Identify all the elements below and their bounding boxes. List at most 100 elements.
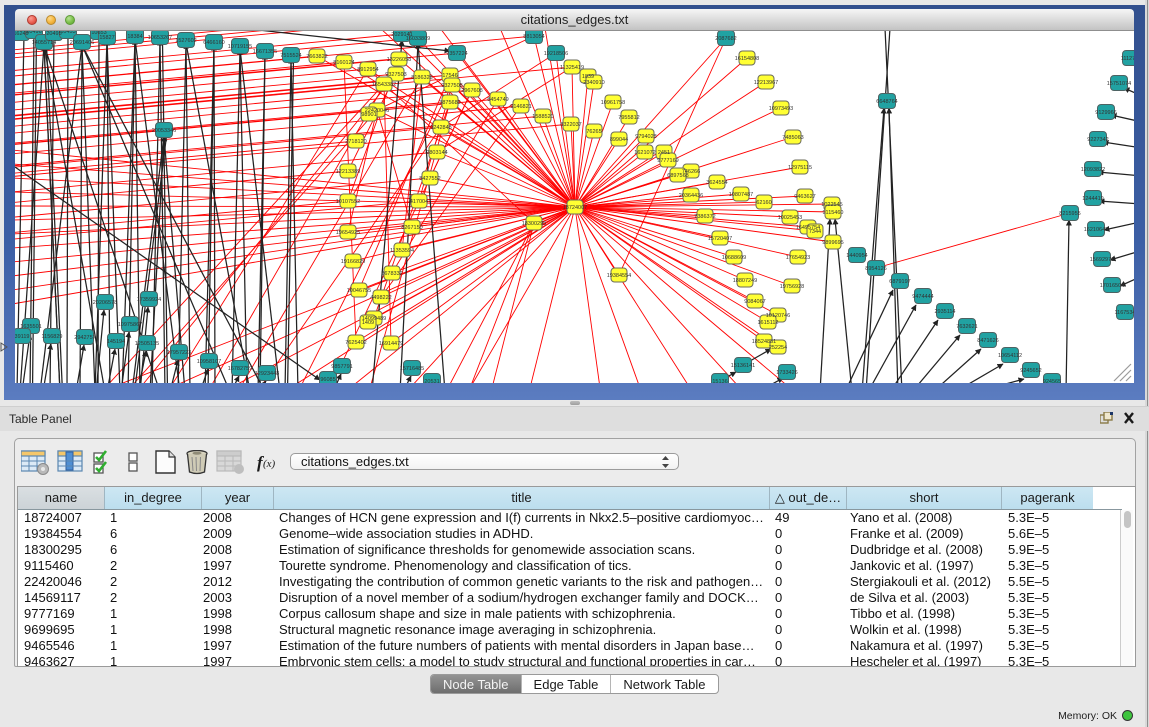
svg-text:15716485: 15716485 xyxy=(400,366,424,372)
svg-text:10973493: 10973493 xyxy=(769,106,793,112)
svg-text:8813054: 8813054 xyxy=(523,34,544,40)
svg-text:8160124: 8160124 xyxy=(333,60,354,66)
svg-text:6879197: 6879197 xyxy=(889,279,910,285)
svg-text:10961758: 10961758 xyxy=(601,100,625,106)
svg-text:20206578: 20206578 xyxy=(93,300,117,306)
svg-text:1156829: 1156829 xyxy=(41,334,62,340)
svg-text:7632621: 7632621 xyxy=(956,324,977,330)
svg-text:8186328: 8186328 xyxy=(411,75,432,81)
svg-text:2935114: 2935114 xyxy=(934,309,955,315)
svg-text:12975115: 12975115 xyxy=(788,165,812,171)
svg-text:8454749: 8454749 xyxy=(487,97,508,103)
svg-text:417004: 417004 xyxy=(410,199,428,205)
svg-text:899044: 899044 xyxy=(610,137,628,143)
svg-text:12923448: 12923448 xyxy=(255,371,279,377)
svg-text:7955812: 7955812 xyxy=(618,115,639,121)
svg-text:16210643: 16210643 xyxy=(1084,227,1108,233)
svg-text:10654112: 10654112 xyxy=(998,353,1022,359)
svg-text:10958107: 10958107 xyxy=(197,359,221,365)
svg-text:11353594: 11353594 xyxy=(390,248,414,254)
svg-text:20691406: 20691406 xyxy=(70,40,94,46)
svg-text:1635501: 1635501 xyxy=(20,324,41,330)
svg-text:17654923: 17654923 xyxy=(786,255,810,261)
svg-text:19166829: 19166829 xyxy=(341,259,365,265)
svg-text:16154808: 16154808 xyxy=(735,56,759,62)
svg-text:15827: 15827 xyxy=(99,35,114,41)
svg-text:9327503: 9327503 xyxy=(385,72,406,78)
svg-text:19384554: 19384554 xyxy=(607,273,631,279)
svg-text:7625402: 7625402 xyxy=(345,340,366,346)
svg-text:19218506: 19218506 xyxy=(544,51,568,57)
svg-text:2087682: 2087682 xyxy=(715,36,736,42)
svg-text:8215955: 8215955 xyxy=(1059,211,1080,217)
svg-text:2718120: 2718120 xyxy=(345,139,366,145)
svg-text:10653267: 10653267 xyxy=(148,35,172,41)
svg-text:17359924: 17359924 xyxy=(137,297,161,303)
svg-text:9794028: 9794028 xyxy=(635,134,656,140)
svg-text:12505135: 12505135 xyxy=(135,341,159,347)
svg-text:98901: 98901 xyxy=(361,112,376,118)
svg-text:16914479: 16914479 xyxy=(379,341,403,347)
svg-text:96085: 96085 xyxy=(320,377,335,383)
svg-text:17546: 17546 xyxy=(442,73,457,79)
svg-text:12213389: 12213389 xyxy=(336,169,360,175)
svg-text:2942757: 2942757 xyxy=(74,335,95,341)
svg-text:62160: 62160 xyxy=(756,200,771,206)
svg-text:11325419: 11325419 xyxy=(560,65,584,71)
svg-text:8427552: 8427552 xyxy=(419,176,440,182)
svg-text:7357224: 7357224 xyxy=(446,51,467,57)
svg-text:12213967: 12213967 xyxy=(754,80,778,86)
svg-text:8471626: 8471626 xyxy=(977,338,998,344)
svg-text:9899695: 9899695 xyxy=(822,240,843,246)
svg-text:20364436: 20364436 xyxy=(679,193,703,199)
svg-text:19756928: 19756928 xyxy=(780,284,804,290)
svg-text:15136: 15136 xyxy=(712,379,727,383)
svg-text:17957223: 17957223 xyxy=(167,350,191,356)
svg-text:1244419: 1244419 xyxy=(1082,196,1103,202)
svg-text:9227342: 9227342 xyxy=(1087,137,1108,143)
svg-text:10453: 10453 xyxy=(60,31,75,35)
svg-text:8678332: 8678332 xyxy=(381,271,402,277)
svg-text:13226058: 13226058 xyxy=(387,57,411,63)
svg-text:1733426: 1733426 xyxy=(776,370,797,376)
svg-text:20053346: 20053346 xyxy=(152,128,176,134)
svg-text:20495: 20495 xyxy=(46,31,61,37)
svg-text:9327508: 9327508 xyxy=(441,83,462,89)
svg-text:3624554: 3624554 xyxy=(706,180,727,186)
svg-text:18724007: 18724007 xyxy=(563,205,587,211)
svg-text:20531: 20531 xyxy=(424,379,439,383)
svg-text:145194: 145194 xyxy=(107,339,125,345)
svg-text:10046755: 10046755 xyxy=(347,288,371,294)
svg-text:10975867: 10975867 xyxy=(118,322,142,328)
svg-text:(x): (x) xyxy=(263,458,276,470)
svg-text:1167534: 1167534 xyxy=(1114,310,1134,316)
svg-text:7515524: 7515524 xyxy=(280,53,301,59)
svg-text:16033809: 16033809 xyxy=(406,36,430,42)
svg-text:14055714: 14055714 xyxy=(32,40,56,46)
svg-text:19654925: 19654925 xyxy=(336,230,360,236)
svg-text:6466160: 6466160 xyxy=(203,40,224,46)
svg-text:16671355: 16671355 xyxy=(253,49,277,55)
svg-text:17016504: 17016504 xyxy=(1100,283,1124,289)
svg-text:1621072: 1621072 xyxy=(634,150,655,156)
svg-text:9084067: 9084067 xyxy=(744,299,765,305)
svg-text:7485063: 7485063 xyxy=(782,135,803,141)
svg-text:1022545: 1022545 xyxy=(821,202,842,208)
svg-text:10025453: 10025453 xyxy=(778,215,802,221)
svg-text:1527602: 1527602 xyxy=(175,38,196,44)
svg-text:1112753: 1112753 xyxy=(1121,56,1134,62)
svg-text:8267150: 8267150 xyxy=(401,225,422,231)
svg-text:1615112: 1615112 xyxy=(757,320,778,326)
svg-text:1409: 1409 xyxy=(362,320,374,326)
svg-text:12093822: 12093822 xyxy=(1081,167,1105,173)
svg-text:2967608: 2967608 xyxy=(461,88,482,94)
svg-text:8322037: 8322037 xyxy=(560,122,581,128)
svg-text:8954126: 8954126 xyxy=(865,266,886,272)
svg-text:6648764: 6648764 xyxy=(876,99,897,105)
svg-text:7663822: 7663822 xyxy=(306,54,327,60)
svg-text:9129966: 9129966 xyxy=(1095,110,1116,116)
svg-text:10107552: 10107552 xyxy=(336,199,360,205)
svg-text:15692971: 15692971 xyxy=(1090,257,1114,263)
svg-text:7344: 7344 xyxy=(809,229,821,235)
svg-text:10719155: 10719155 xyxy=(228,44,252,50)
